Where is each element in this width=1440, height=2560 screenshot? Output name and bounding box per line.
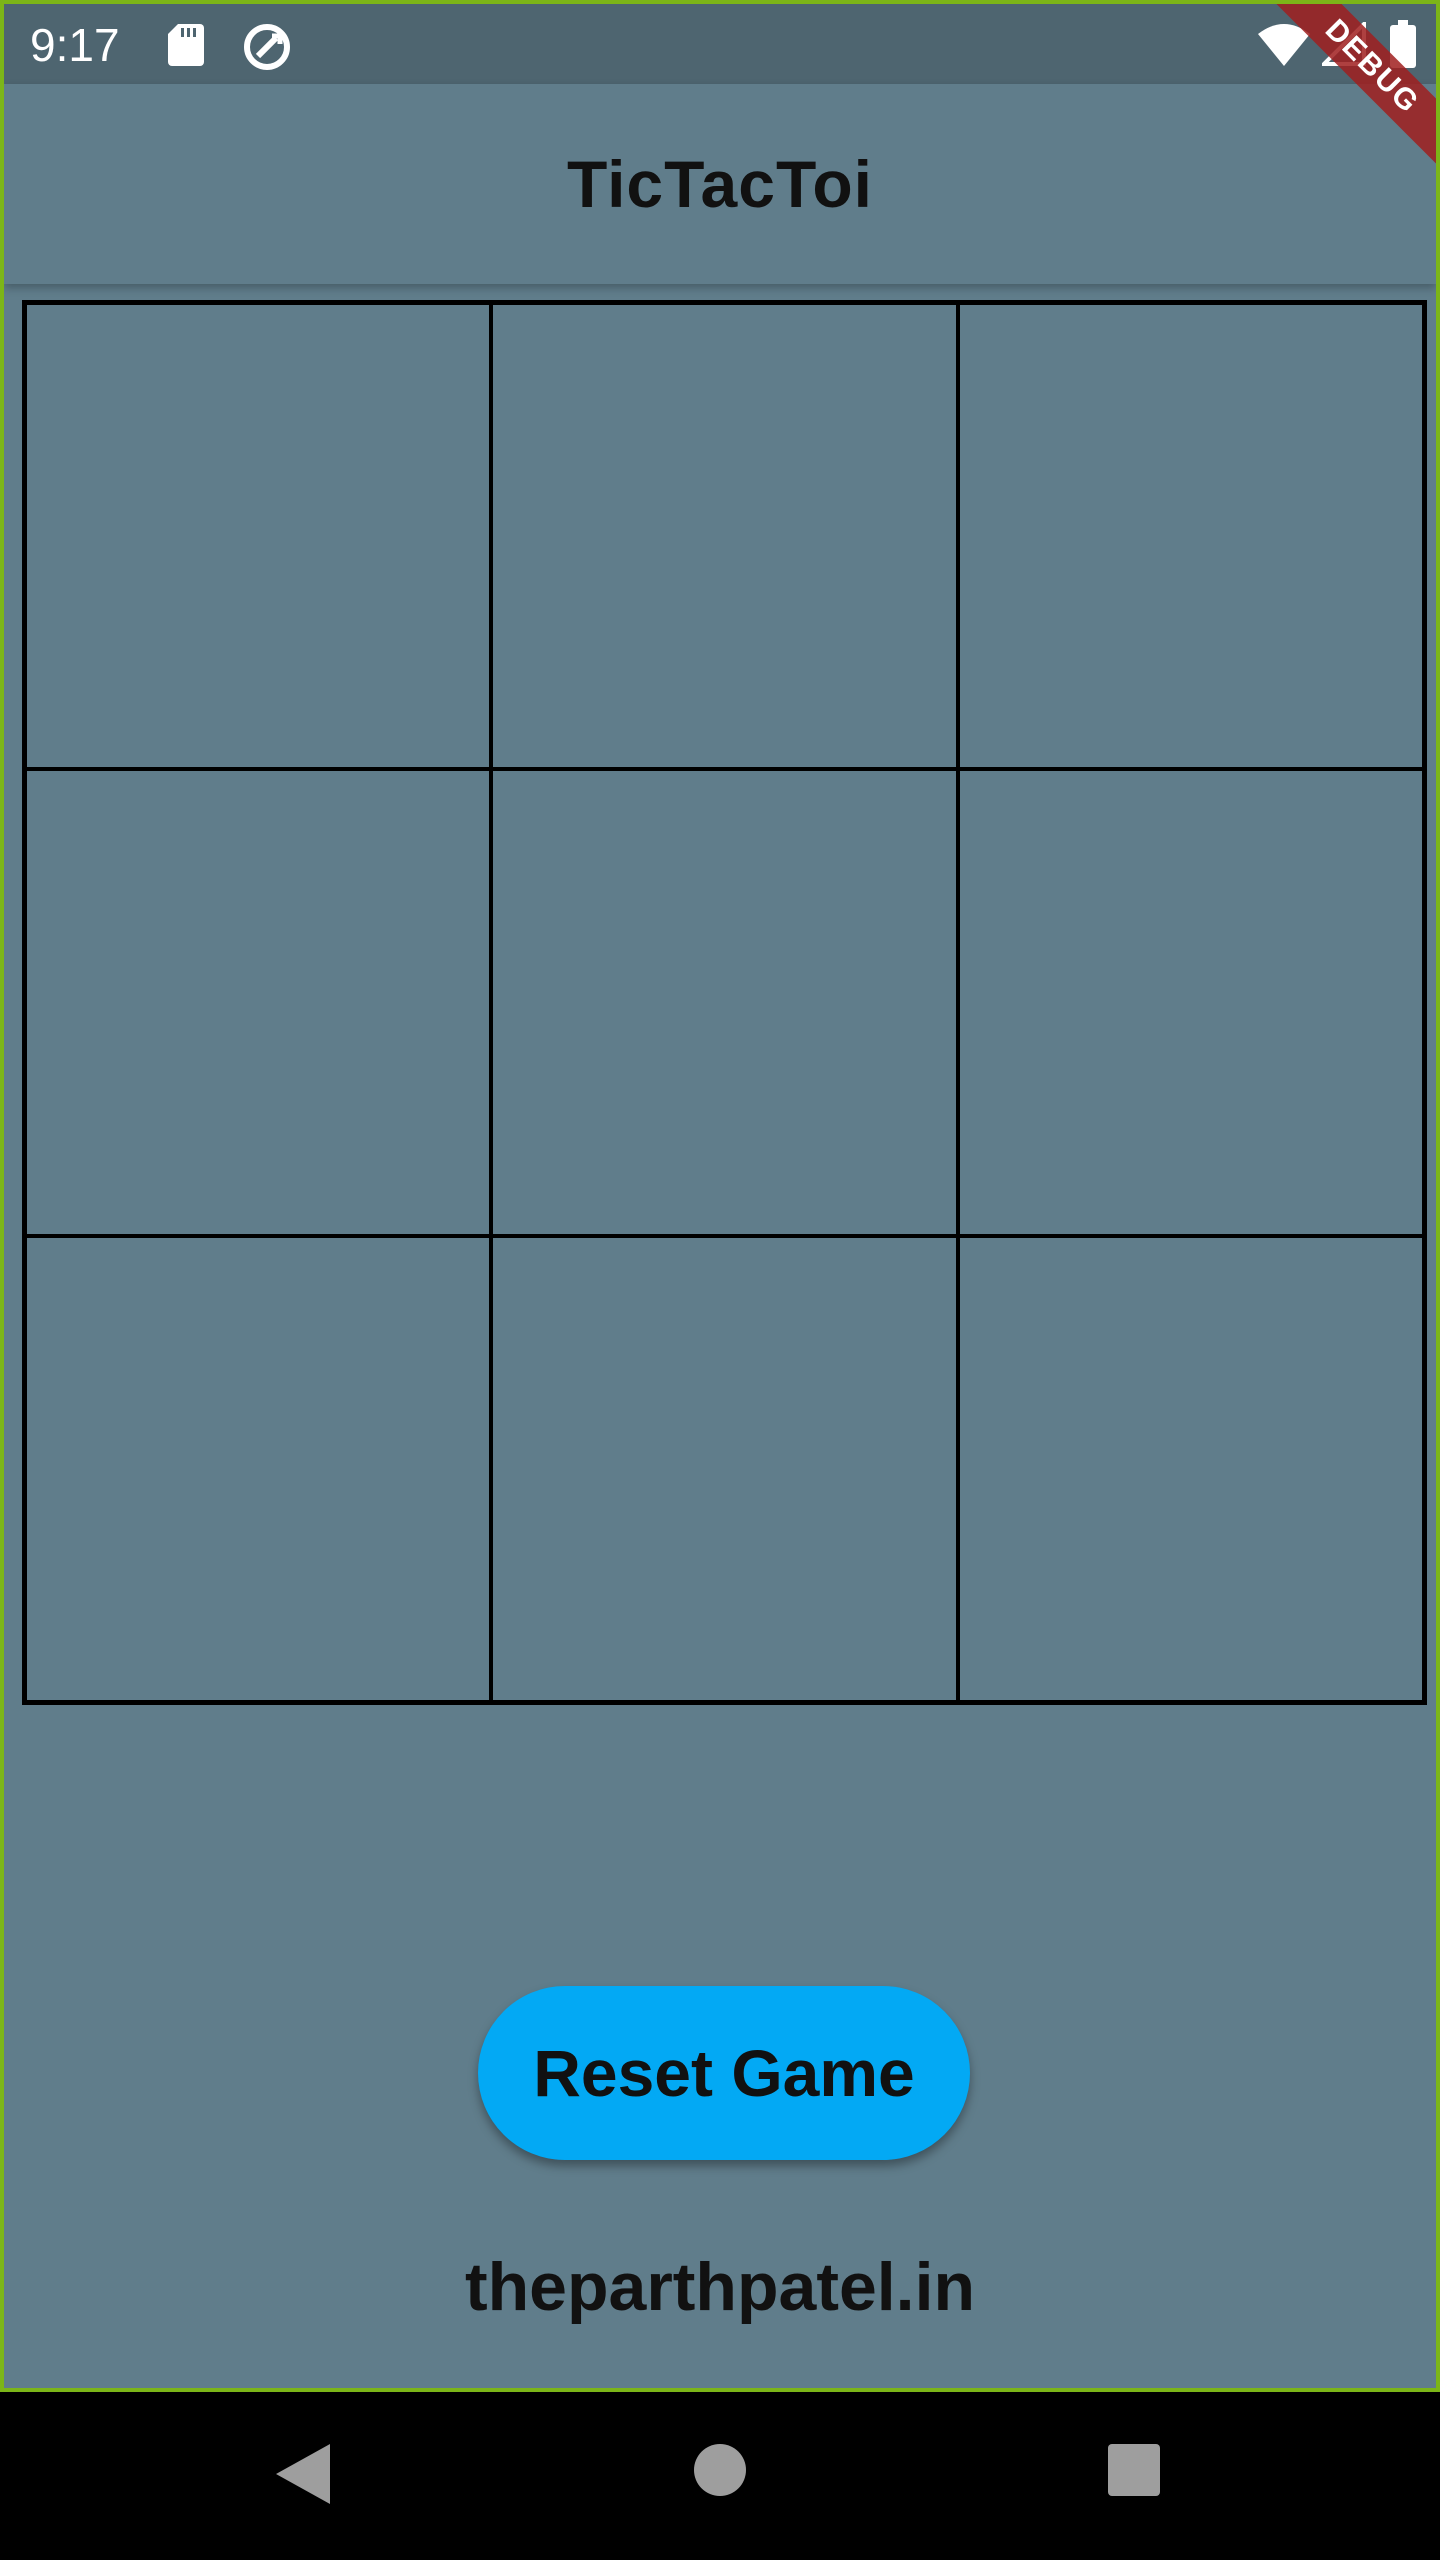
footer-website-text: theparthpatel.in xyxy=(464,2249,976,2325)
back-icon[interactable] xyxy=(272,2442,332,2506)
board-cell-2[interactable] xyxy=(491,303,958,770)
board-cell-6[interactable] xyxy=(957,769,1424,1236)
board-cell-3[interactable] xyxy=(957,303,1424,770)
board-cell-7[interactable] xyxy=(25,1235,492,1702)
board-cell-4[interactable] xyxy=(25,769,492,1236)
app-title: TicTacToi xyxy=(566,147,874,221)
game-board xyxy=(22,300,1427,1705)
status-time: 9:17 xyxy=(30,19,120,71)
navigation-bar xyxy=(0,2392,1440,2560)
reset-game-button[interactable]: Reset Game xyxy=(478,1986,970,2160)
app-screen: 9:17 TicTacToi DEBUG Reset Game theparth… xyxy=(0,0,1440,2392)
recent-apps-icon[interactable] xyxy=(1108,2444,1160,2496)
status-bar: 9:17 xyxy=(4,4,1436,84)
sync-icon xyxy=(244,24,290,70)
board-cell-1[interactable] xyxy=(25,303,492,770)
board-cell-9[interactable] xyxy=(957,1235,1424,1702)
sd-card-icon xyxy=(168,24,204,66)
board-cell-5[interactable] xyxy=(491,769,958,1236)
board-cell-8[interactable] xyxy=(491,1235,958,1702)
home-icon[interactable] xyxy=(694,2444,746,2496)
app-bar: TicTacToi xyxy=(4,84,1436,284)
